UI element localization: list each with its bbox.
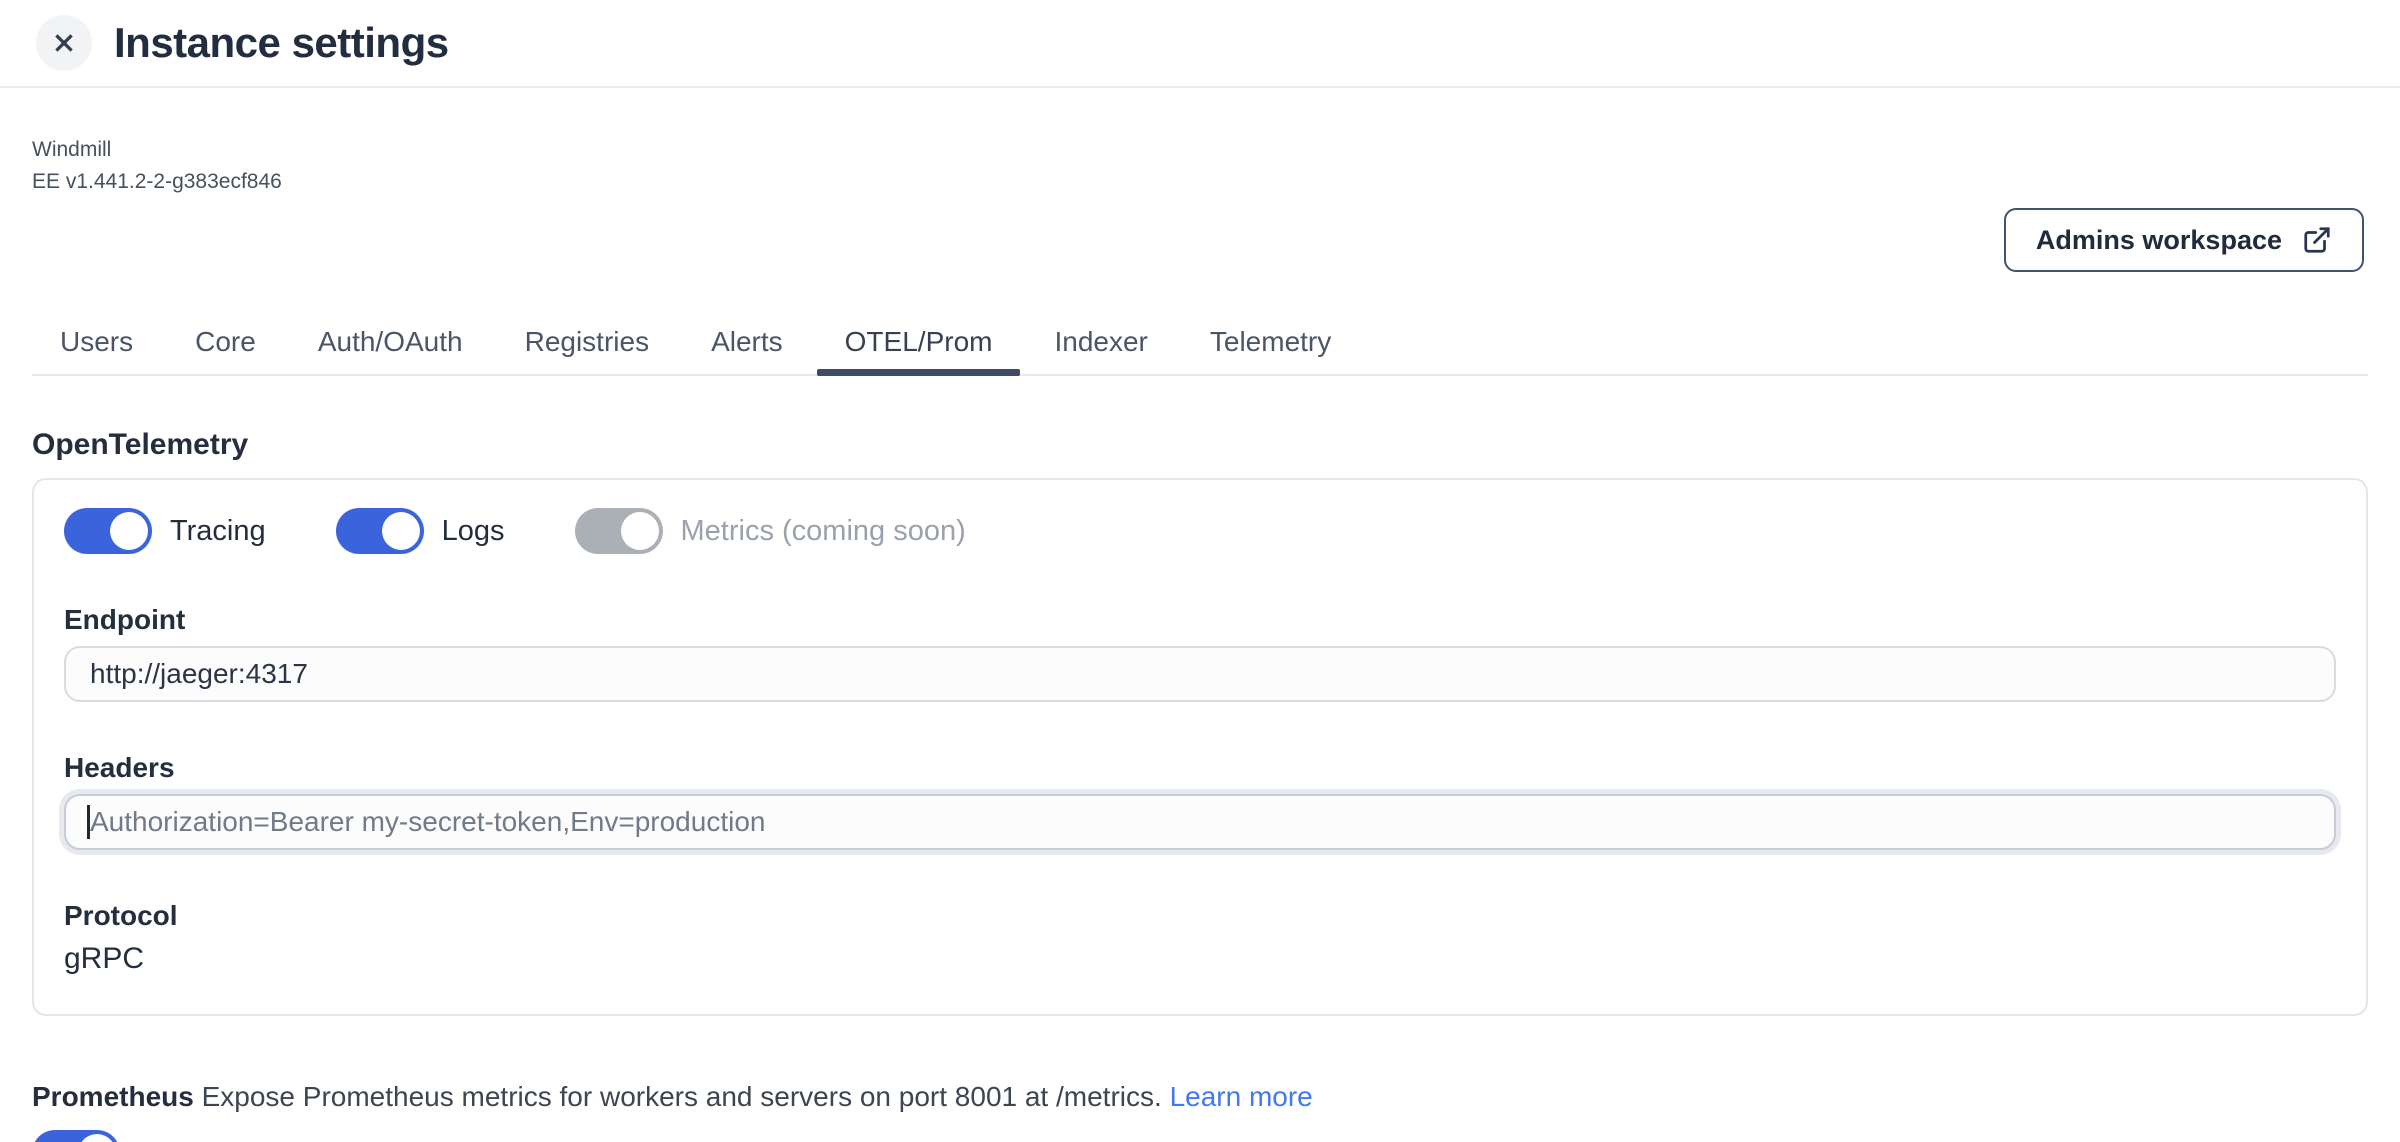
prometheus-heading: Prometheus <box>32 1081 194 1112</box>
tab-users[interactable]: Users <box>32 322 161 374</box>
close-icon <box>51 30 77 56</box>
tab-telemetry[interactable]: Telemetry <box>1182 322 1359 374</box>
headers-label: Headers <box>64 752 2336 784</box>
prometheus-toggle[interactable] <box>32 1130 120 1142</box>
tab-alerts[interactable]: Alerts <box>683 322 811 374</box>
page-title: Instance settings <box>114 19 449 67</box>
admins-workspace-button[interactable]: Admins workspace <box>2004 208 2364 272</box>
main-content: Windmill EE v1.441.2-2-g383ecf846 Admins… <box>0 134 2400 1142</box>
opentelemetry-heading: OpenTelemetry <box>32 428 2368 462</box>
app-name: Windmill <box>32 134 2368 166</box>
metrics-toggle-group: Metrics (coming soon) <box>575 508 966 554</box>
headers-input[interactable] <box>64 794 2336 850</box>
metrics-label: Metrics (coming soon) <box>681 515 966 548</box>
tab-auth-oauth[interactable]: Auth/OAuth <box>290 322 491 374</box>
app-version: EE v1.441.2-2-g383ecf846 <box>32 166 2368 198</box>
logs-toggle-group: Logs <box>336 508 505 554</box>
endpoint-label: Endpoint <box>64 604 2336 636</box>
admins-workspace-label: Admins workspace <box>2036 225 2282 256</box>
drawer-header: Instance settings <box>0 0 2400 88</box>
opentelemetry-card: Tracing Logs Metrics (coming soon) Endpo… <box>32 478 2368 1016</box>
prometheus-description: Expose Prometheus metrics for workers an… <box>202 1081 1162 1112</box>
protocol-label: Protocol <box>64 900 2336 932</box>
tab-core[interactable]: Core <box>167 322 284 374</box>
toggle-knob <box>621 512 659 550</box>
metrics-toggle <box>575 508 663 554</box>
text-cursor <box>87 805 90 839</box>
learn-more-link[interactable]: Learn more <box>1170 1081 1313 1112</box>
endpoint-input[interactable] <box>64 646 2336 702</box>
close-button[interactable] <box>36 15 92 71</box>
prometheus-section: Prometheus Expose Prometheus metrics for… <box>32 1078 2368 1142</box>
tab-otel-prom[interactable]: OTEL/Prom <box>817 322 1021 374</box>
toggle-knob <box>382 512 420 550</box>
tab-indexer[interactable]: Indexer <box>1026 322 1175 374</box>
tracing-toggle-group: Tracing <box>64 508 266 554</box>
tracing-label: Tracing <box>170 515 266 548</box>
app-info: Windmill EE v1.441.2-2-g383ecf846 <box>32 134 2368 198</box>
settings-tabs: Users Core Auth/OAuth Registries Alerts … <box>32 322 2368 376</box>
logs-toggle[interactable] <box>336 508 424 554</box>
external-link-icon <box>2302 225 2332 255</box>
tab-registries[interactable]: Registries <box>497 322 677 374</box>
protocol-value: gRPC <box>64 942 2336 976</box>
tracing-toggle[interactable] <box>64 508 152 554</box>
toggle-knob <box>78 1134 116 1142</box>
toggle-knob <box>110 512 148 550</box>
logs-label: Logs <box>442 515 505 548</box>
